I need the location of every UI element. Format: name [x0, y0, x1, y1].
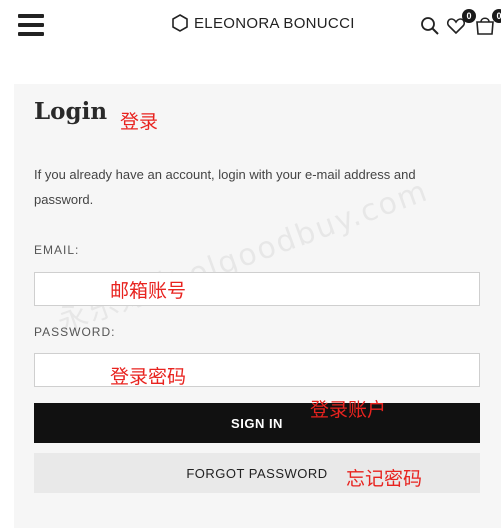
search-icon[interactable] [420, 16, 440, 36]
menu-icon[interactable] [18, 14, 44, 36]
password-label: PASSWORD: [34, 325, 116, 339]
password-field[interactable] [34, 353, 480, 387]
sign-in-button[interactable]: SIGN IN [34, 403, 480, 443]
annotation-signin: 登录账户 [310, 399, 387, 421]
site-header: ELEONORA BONUCCI 0 0 [0, 0, 501, 56]
email-field[interactable] [34, 272, 480, 306]
brand-hexagon-icon [172, 14, 188, 32]
cart-count-badge: 0 [492, 9, 501, 23]
login-intro-text: If you already have an account, login wi… [34, 167, 416, 207]
annotation-login: 登录 [120, 111, 159, 133]
annotation-password: 登录密码 [110, 366, 187, 388]
annotation-email: 邮箱账号 [110, 280, 187, 302]
brand-name: ELEONORA BONUCCI [194, 14, 355, 32]
email-label: EMAIL: [34, 243, 80, 257]
page-title: Login [34, 98, 108, 125]
brand-logo[interactable]: ELEONORA BONUCCI [172, 14, 355, 32]
annotation-forgot: 忘记密码 [346, 468, 423, 490]
